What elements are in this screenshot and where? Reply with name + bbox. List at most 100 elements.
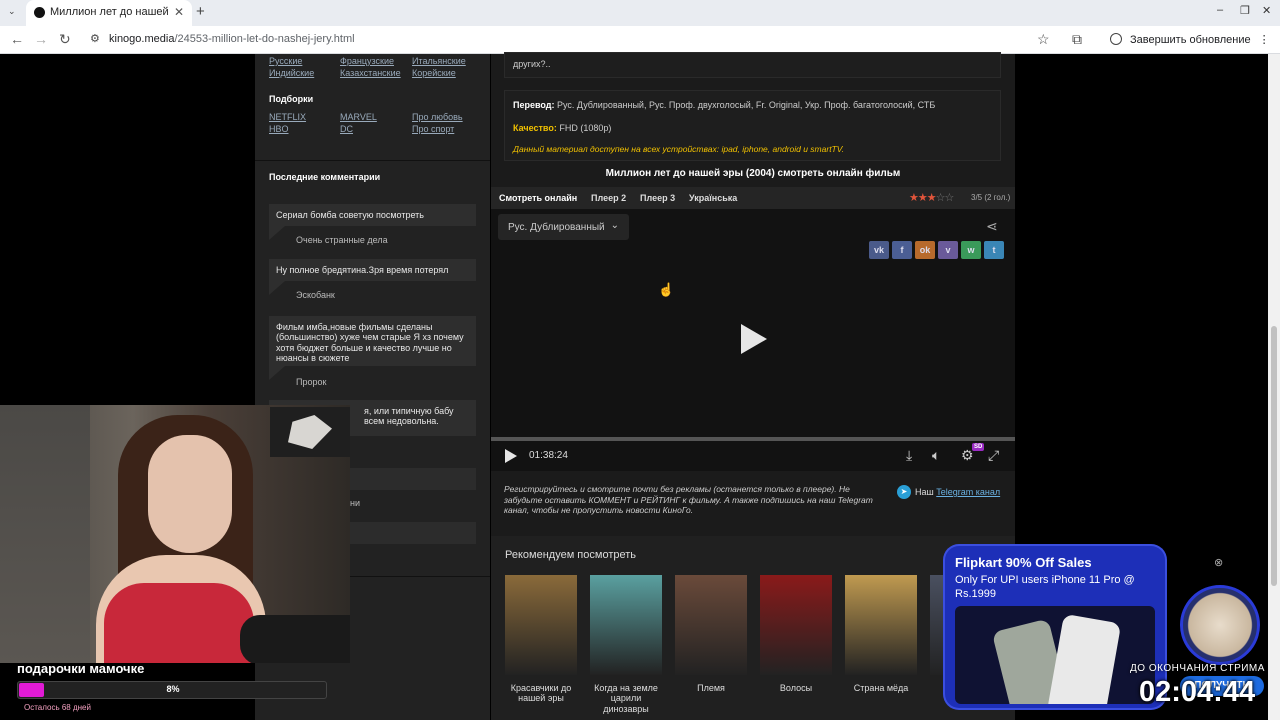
rating-star-icon[interactable]: ★ (927, 192, 937, 204)
donation-goal-bar: 8% (17, 681, 327, 699)
recommendation-poster[interactable] (505, 575, 577, 675)
rating-star-icon[interactable]: ☆ (936, 192, 946, 204)
recommendation-poster[interactable] (845, 575, 917, 675)
description-box: других?.. (504, 52, 1001, 78)
phone-image (1046, 613, 1122, 704)
update-label: Завершить обновление (1130, 34, 1251, 46)
rating-star-icon[interactable]: ★ (918, 192, 928, 204)
site-info-icon[interactable]: ⚙ (90, 32, 100, 45)
recommendation-title[interactable]: Страна мёда (845, 683, 917, 693)
telegram-prefix: Наш (915, 487, 934, 497)
address-bar[interactable]: kinogo.media/24553-million-let-do-nashej… (109, 33, 355, 45)
comment-tail (269, 366, 285, 380)
bookmark-star-icon[interactable]: ☆ (1037, 31, 1050, 48)
telegram-share-icon[interactable]: t (984, 241, 1004, 259)
collection-link[interactable]: DC (340, 124, 353, 134)
genre-link[interactable]: Казахстанские (340, 68, 401, 78)
quality-badge: SD (972, 443, 985, 451)
collection-link[interactable]: HBO (269, 124, 289, 134)
genre-link[interactable]: Корейские (412, 68, 456, 78)
reload-icon[interactable]: ↻ (59, 31, 71, 48)
recommendation-poster[interactable] (760, 575, 832, 675)
genre-link[interactable]: Русские (269, 56, 302, 66)
viber-share-icon[interactable]: v (938, 241, 958, 259)
player-tabs: Смотреть онлайн Плеер 2 Плеер 3 Українсь… (491, 187, 1015, 209)
close-window-icon[interactable]: ✕ (1262, 4, 1271, 17)
recommendations-section: Рекомендуем посмотреть Красавчики до наш… (491, 536, 1015, 720)
ad-close-icon[interactable]: ⊗ (1214, 556, 1223, 569)
recommendations-heading: Рекомендуем посмотреть (505, 549, 637, 561)
recommendation-item[interactable]: Волосы (760, 575, 832, 693)
collection-link[interactable]: NETFLIX (269, 112, 306, 122)
vk-share-icon[interactable]: vk (869, 241, 889, 259)
scrollbar-thumb[interactable] (1271, 326, 1277, 586)
facebook-share-icon[interactable]: f (892, 241, 912, 259)
genre-link[interactable]: Индийские (269, 68, 314, 78)
ad-banner[interactable]: Flipkart 90% Off Sales Only For UPI user… (945, 546, 1165, 708)
new-tab-icon[interactable]: + (196, 3, 205, 20)
tab-ukrainian[interactable]: Українська (689, 193, 737, 203)
comment-box[interactable]: Фильм имба,новые фильмы сделаны (большин… (269, 316, 476, 366)
recommendation-item[interactable]: Страна мёда (845, 575, 917, 693)
recommendation-title[interactable]: Когда на земле царили динозавры (590, 683, 662, 714)
collection-link[interactable]: Про любовь (412, 112, 463, 122)
webcam-person-face (148, 435, 232, 553)
recommendation-item[interactable]: Красавчики до нашей эры (505, 575, 577, 704)
share-icon[interactable]: ⋖ (986, 218, 998, 235)
update-button[interactable]: Завершить обновление ⋮ (1106, 29, 1276, 51)
collection-link[interactable]: MARVEL (340, 112, 377, 122)
site-favicon-icon (34, 7, 45, 18)
rating-star-icon[interactable]: ★ (909, 192, 919, 204)
comment-box[interactable]: Сериал бомба советую посмотреть (269, 204, 476, 226)
dub-select[interactable]: Рус. Дублированный ⌄ (498, 214, 629, 240)
url-host: kinogo.media (109, 33, 175, 45)
extensions-icon[interactable]: ⧉ (1072, 31, 1082, 48)
fullscreen-icon[interactable]: ⤢ (988, 447, 999, 464)
restore-icon[interactable]: ❐ (1240, 4, 1250, 17)
comment-text: Сериал бомба советую посмотреть (276, 210, 424, 220)
telegram-link[interactable]: Telegram канал (936, 487, 1000, 497)
rating-stars[interactable]: ★★★☆☆ (909, 191, 955, 204)
play-button-icon[interactable] (505, 449, 517, 463)
recommendation-poster[interactable] (675, 575, 747, 675)
comment-movie-link[interactable]: Пророк (296, 377, 326, 387)
back-icon[interactable]: ← (10, 31, 24, 47)
video-player[interactable]: Рус. Дублированный ⌄ ⋖ vk f ok v w t ☝ 01:38:2… (491, 209, 1015, 471)
rating-star-icon[interactable]: ☆ (945, 192, 955, 204)
ad-product-thumb[interactable] (1180, 585, 1260, 665)
collection-link[interactable]: Про спорт (412, 124, 454, 134)
genre-link[interactable]: Французские (340, 56, 394, 66)
comments-heading: Последние комментарии (269, 172, 381, 182)
browser-tab[interactable]: Миллион лет до нашей эры ✕ (26, 0, 192, 26)
forward-icon[interactable]: → (34, 31, 48, 47)
minimize-icon[interactable]: – (1217, 4, 1223, 16)
recommendation-title[interactable]: Красавчики до нашей эры (505, 683, 577, 704)
whatsapp-share-icon[interactable]: w (961, 241, 981, 259)
translation-value: Рус. Дублированный, Рус. Проф. двухголос… (557, 100, 936, 110)
play-icon[interactable] (741, 324, 767, 354)
ad-title: Flipkart 90% Off Sales (955, 555, 1092, 570)
quality-row: Качество: FHD (1080p) (513, 123, 611, 133)
tab-player-2[interactable]: Плеер 2 (591, 193, 626, 203)
tab-list-chevron-icon[interactable]: ⌄ (8, 6, 16, 17)
tab-watch-online[interactable]: Смотреть онлайн (499, 193, 577, 203)
odnoklassniki-share-icon[interactable]: ok (915, 241, 935, 259)
genre-link[interactable]: Итальянские (412, 56, 466, 66)
recommendation-poster[interactable] (590, 575, 662, 675)
progress-bar[interactable] (491, 437, 1015, 441)
rating-text: 3/5 (2 гол.) (971, 193, 1011, 202)
comment-movie-link[interactable]: Эскобанк (296, 290, 335, 300)
download-icon[interactable]: ⤓ (906, 447, 912, 464)
recommendation-item[interactable]: Племя (675, 575, 747, 693)
telegram-promo: Наш Telegram канал (915, 487, 1000, 497)
comment-movie-link[interactable]: ни (350, 498, 360, 508)
comment-movie-link[interactable]: Очень странные дела (296, 235, 388, 245)
recommendation-item[interactable]: Когда на земле царили динозавры (590, 575, 662, 714)
tab-player-3[interactable]: Плеер 3 (640, 193, 675, 203)
comment-box[interactable]: Ну полное бредятина.Зря время потерял (269, 259, 476, 281)
volume-icon[interactable]: 🔈︎ (932, 447, 940, 464)
recommendation-title[interactable]: Волосы (760, 683, 832, 693)
close-tab-icon[interactable]: ✕ (174, 5, 184, 19)
recommendation-title[interactable]: Племя (675, 683, 747, 693)
divider (255, 160, 490, 161)
